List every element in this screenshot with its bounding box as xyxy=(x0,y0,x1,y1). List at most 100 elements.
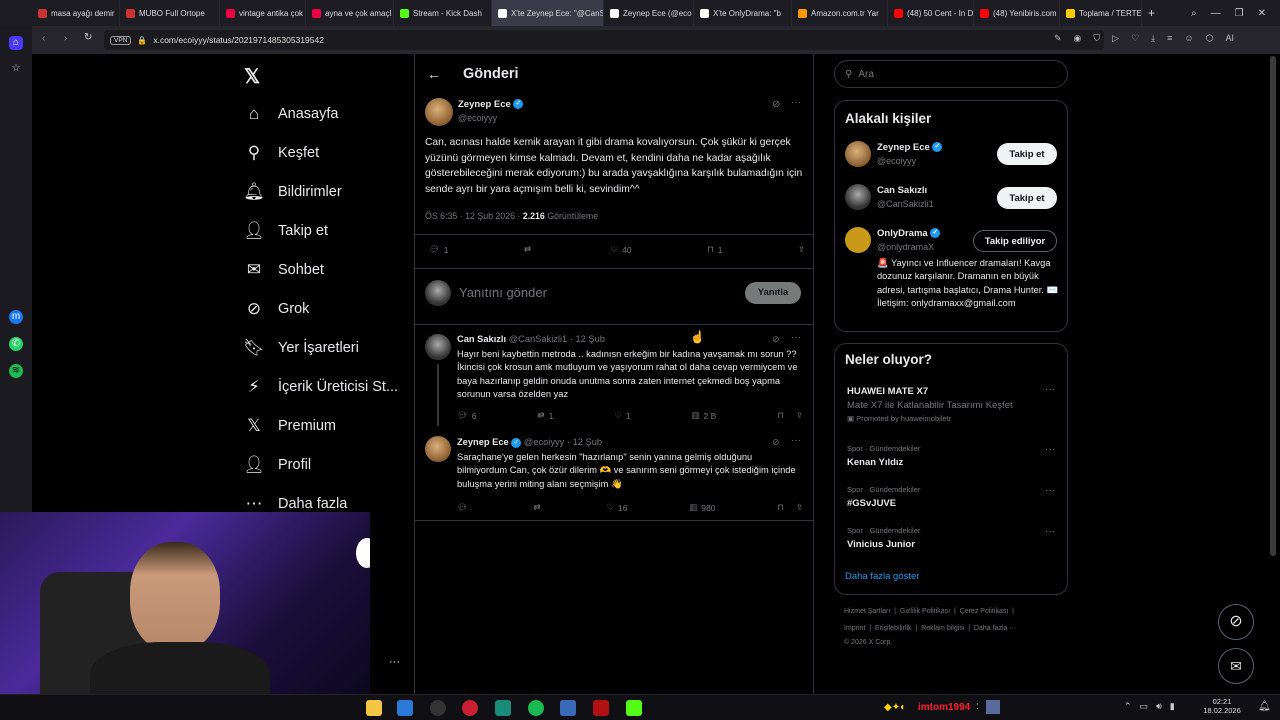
following-button[interactable]: Takip ediliyor xyxy=(973,230,1057,252)
more-icon[interactable]: ··· xyxy=(791,332,801,343)
grok-icon[interactable]: ⊘ xyxy=(772,334,780,345)
home-sidebar-icon[interactable]: ⌂ xyxy=(9,36,23,50)
reply-handle[interactable]: @ecoiyyy · 12 Şub xyxy=(524,437,602,447)
bookmark-button[interactable]: ⊓ 1 xyxy=(707,244,722,255)
spotify-taskbar-icon[interactable] xyxy=(528,700,544,716)
reply-submit-button[interactable]: Yanıtla xyxy=(745,282,801,304)
reply-button[interactable]: 💬︎ 6 xyxy=(457,410,477,421)
file-explorer-icon[interactable] xyxy=(366,700,382,716)
battery-icon[interactable]: ▮ xyxy=(1170,701,1175,712)
account-menu-dots-icon[interactable]: ··· xyxy=(389,656,400,668)
grok-icon[interactable]: ⊘ xyxy=(772,99,780,110)
browser-tab[interactable]: (48) 50 Cent - In D xyxy=(888,0,974,26)
volume-icon[interactable]: 🔊︎ xyxy=(1156,701,1162,712)
like-button[interactable]: ♡ 1 xyxy=(614,410,630,421)
trend-item[interactable]: HUAWEI MATE X7 Mate X7 ile Katlanabilir … xyxy=(847,386,1057,423)
reply-handle[interactable]: @CanSakizli1 · 12 Şub xyxy=(509,334,605,344)
browser-tab[interactable]: MUBO Full Ortope xyxy=(120,0,220,26)
browser-tab[interactable]: Toplama / TERTEM xyxy=(1060,0,1142,26)
more-icon[interactable]: ··· xyxy=(1045,526,1055,537)
grok-fab-icon[interactable]: ⊘ xyxy=(1218,604,1254,640)
share-icon[interactable]: ⇪ xyxy=(796,502,803,513)
person-name[interactable]: Can Sakızlı xyxy=(877,185,927,196)
browser-tab[interactable]: Amazon.com.tr Yar xyxy=(792,0,888,26)
nav-chat[interactable]: ✉ Sohbet xyxy=(244,260,324,280)
edit-icon[interactable]: ✎ xyxy=(1054,33,1062,44)
more-icon[interactable]: ··· xyxy=(791,435,801,446)
x-logo-icon[interactable]: 𝕏 xyxy=(244,64,260,89)
close-icon[interactable]: ✕ xyxy=(1258,8,1266,19)
post-time[interactable]: ÖS 6:35 · 12 Şub 2026 · xyxy=(425,211,523,221)
avatar[interactable] xyxy=(845,184,871,210)
notification-bell-icon[interactable]: 🔔︎ xyxy=(1258,701,1271,712)
like-button[interactable]: ♡ 40 xyxy=(611,244,632,255)
star-sidebar-icon[interactable]: ☆ xyxy=(9,62,23,76)
browser-tab[interactable]: (48) Yenibiris.com xyxy=(974,0,1060,26)
person-handle[interactable]: @ecoiyyy xyxy=(877,156,916,166)
search-tabs-icon[interactable]: ⌕ xyxy=(1191,8,1197,19)
person-name[interactable]: OnlyDrama ✓ xyxy=(877,228,941,239)
repost-button[interactable]: ⇄ xyxy=(524,244,535,255)
reload-icon[interactable]: ↻ xyxy=(84,32,92,43)
nav-home[interactable]: ⌂ Anasayfa xyxy=(244,104,339,124)
reply-avatar[interactable] xyxy=(425,436,451,462)
ai-icon[interactable]: AI xyxy=(1225,33,1234,44)
account-icon[interactable]: ☺ xyxy=(1184,33,1193,44)
person-name[interactable]: Zeynep Ece ✓ xyxy=(877,142,943,153)
messenger-icon[interactable]: m xyxy=(9,310,23,324)
views-button[interactable]: ▥ 2 B xyxy=(692,410,717,421)
avatar[interactable] xyxy=(425,98,453,126)
nav-premium[interactable]: 𝕏 Premium xyxy=(244,416,336,436)
restore-icon[interactable]: ❐ xyxy=(1235,8,1244,19)
grok-icon[interactable]: ⊘ xyxy=(772,437,780,448)
spotify-icon[interactable]: ≋ xyxy=(9,364,23,378)
person-handle[interactable]: @CanSakizli1 xyxy=(877,199,934,209)
browser-tab[interactable]: X'te OnlyDrama: "b xyxy=(694,0,792,26)
browser-tab[interactable]: ayna ve çok amaçl xyxy=(306,0,394,26)
menu-icon[interactable]: ≡ xyxy=(1167,33,1172,44)
more-icon[interactable]: ··· xyxy=(1045,444,1055,455)
more-icon[interactable]: ··· xyxy=(1045,384,1055,395)
bookmark-icon[interactable]: ⊓ xyxy=(777,410,784,421)
camera-icon[interactable]: ◉ xyxy=(1074,33,1082,44)
app-icon[interactable] xyxy=(495,700,511,716)
app2-icon[interactable] xyxy=(593,700,609,716)
browser-tab[interactable]: masa ayağı demir xyxy=(32,0,120,26)
vpn-badge[interactable]: VPN xyxy=(110,35,132,45)
nav-follow[interactable]: 👤︎ Takip et xyxy=(243,221,328,241)
nav-explore[interactable]: ⚲ Keşfet xyxy=(244,143,319,163)
browser-tab[interactable]: X'te Zeynep Ece: "@CanS xyxy=(492,0,604,26)
new-tab-button[interactable]: + xyxy=(1142,0,1161,26)
browser-tab[interactable]: vintage antika çok xyxy=(220,0,306,26)
views-button[interactable]: ▥ 980 xyxy=(689,502,715,513)
nav-bookmarks[interactable]: 🔖︎ Yer İşaretleri xyxy=(243,338,359,358)
avatar[interactable] xyxy=(845,227,871,253)
nav-profile[interactable]: 👤︎ Profil xyxy=(243,455,311,475)
minimize-icon[interactable]: — xyxy=(1211,8,1221,19)
messages-fab-icon[interactable]: ✉ xyxy=(1218,648,1254,684)
trend-item[interactable]: Spor · Gündemdekiler Vinicius Junior xyxy=(847,526,1057,550)
back-arrow-icon[interactable]: ← xyxy=(427,66,441,82)
search-input[interactable]: ⚲ Ara xyxy=(834,60,1068,88)
share-icon[interactable]: ⇪ xyxy=(796,410,803,421)
follow-button[interactable]: Takip et xyxy=(997,187,1057,209)
discord-icon[interactable] xyxy=(560,700,576,716)
shield-icon[interactable]: ⛉ xyxy=(1093,33,1100,44)
footer-links[interactable]: Hizmet Şartları | Gizlilik Politikası | … xyxy=(844,608,1014,615)
browser-tab[interactable]: Stream - Kick Dash xyxy=(394,0,492,26)
download-icon[interactable]: ⤓ xyxy=(1151,33,1155,44)
scrollbar[interactable] xyxy=(1270,56,1276,556)
follow-button[interactable]: Takip et xyxy=(997,143,1057,165)
outlook-icon[interactable] xyxy=(397,700,413,716)
author-name[interactable]: Zeynep Ece ✓ xyxy=(458,99,524,110)
chevron-up-icon[interactable]: ⌃ xyxy=(1124,701,1132,712)
more-icon[interactable]: ··· xyxy=(1045,485,1055,496)
reply-button[interactable]: 💬︎ xyxy=(457,502,472,513)
repost-button[interactable]: ⇄ xyxy=(534,502,545,513)
whatsapp-icon[interactable]: ✆ xyxy=(9,337,23,351)
nav-creator[interactable]: ⚡︎ İçerik Üreticisi St... xyxy=(244,377,398,397)
person-handle[interactable]: @onlydramaX xyxy=(877,242,934,252)
reply-button[interactable]: 💬︎ 1 xyxy=(429,244,449,255)
browser-tab[interactable]: Zeynep Ece (@eco xyxy=(604,0,694,26)
url-field[interactable]: VPN 🔒 x.com/ecoiyyy/status/2021971485305… xyxy=(104,30,1104,50)
